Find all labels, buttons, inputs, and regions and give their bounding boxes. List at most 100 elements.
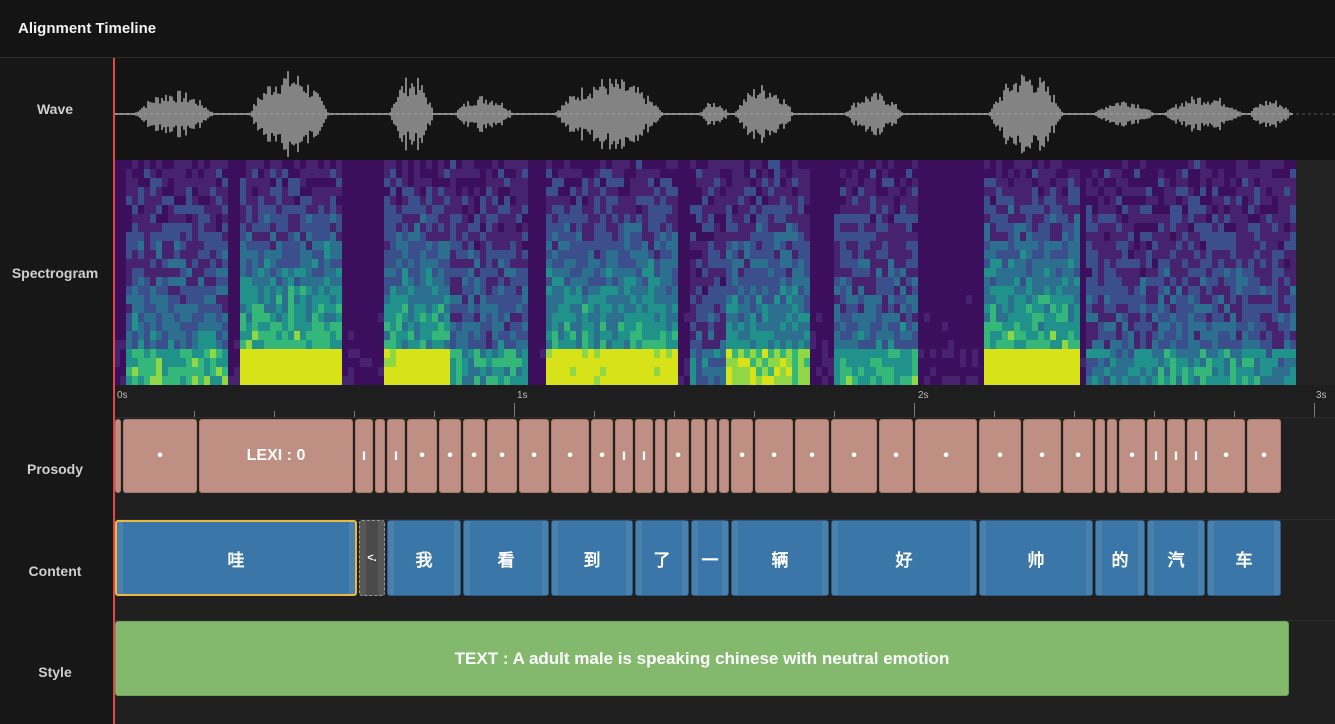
spectrogram-cell [480, 205, 486, 214]
spectrogram-cell [660, 322, 666, 331]
spectrogram-cell [954, 304, 960, 313]
spectrogram-cell [810, 331, 816, 340]
spectrogram-cell [588, 259, 594, 268]
spectrogram-cell [324, 205, 330, 214]
spectrogram-cell [252, 187, 258, 196]
spectrogram-cell [1032, 250, 1038, 259]
spectrogram-cell [888, 331, 894, 340]
spectrogram-cell [642, 322, 648, 331]
spectrogram-cell [894, 277, 900, 286]
spectrogram-cell [204, 169, 210, 178]
spectrogram-cell [372, 250, 378, 259]
spectrogram-cell [216, 250, 222, 259]
spectrogram-cell [564, 376, 570, 385]
spectrogram-cell [1086, 286, 1092, 295]
spectrogram-cell [432, 295, 438, 304]
waveform-track[interactable] [113, 58, 1335, 160]
spectrogram-cell [258, 376, 264, 385]
spectrogram-cell [558, 376, 564, 385]
spectrogram-cell [570, 178, 576, 187]
spectrogram-cell [456, 259, 462, 268]
spectrogram-cell [732, 250, 738, 259]
spectrogram-cell [780, 313, 786, 322]
spectrogram-cell [1134, 241, 1140, 250]
spectrogram-cell [1098, 358, 1104, 367]
spectrogram-cell [144, 376, 150, 385]
spectrogram-cell [750, 313, 756, 322]
spectrogram-cell [1008, 241, 1014, 250]
spectrogram-cell [450, 178, 456, 187]
spectrogram-cell [912, 214, 918, 223]
spectrogram-cell [822, 322, 828, 331]
spectrogram-cell [828, 205, 834, 214]
spectrogram-cell [762, 196, 768, 205]
spectrogram-cell [792, 313, 798, 322]
spectrogram-cell [192, 205, 198, 214]
spectrogram-cell [456, 349, 462, 358]
spectrogram-cell [852, 268, 858, 277]
spectrogram-cell [924, 367, 930, 376]
spectrogram-cell [684, 286, 690, 295]
spectrogram-cell [1008, 367, 1014, 376]
spectrogram-cell [990, 277, 996, 286]
spectrogram-cell [612, 232, 618, 241]
spectrogram-cell [288, 367, 294, 376]
spectrogram-cell [864, 340, 870, 349]
spectrogram-cell [504, 286, 510, 295]
spectrogram-cell [156, 259, 162, 268]
spectrogram-cell [948, 376, 954, 385]
spectrogram-cell [660, 196, 666, 205]
spectrogram-cell [462, 340, 468, 349]
spectrogram-cell [360, 223, 366, 232]
spectrogram-cell [756, 286, 762, 295]
spectrogram-cell [324, 277, 330, 286]
spectrogram-cell [414, 286, 420, 295]
spectrogram-cell [408, 250, 414, 259]
spectrogram-cell [426, 376, 432, 385]
spectrogram-cell [270, 331, 276, 340]
spectrogram-cell [852, 322, 858, 331]
spectrogram-cell [336, 331, 342, 340]
spectrogram-cell [900, 358, 906, 367]
spectrogram-cell [156, 160, 162, 169]
spectrogram-cell [144, 169, 150, 178]
spectrogram-cell [1044, 295, 1050, 304]
spectrogram-cell [306, 232, 312, 241]
spectrogram-cell [492, 268, 498, 277]
spectrogram-cell [1092, 376, 1098, 385]
spectrogram-cell [948, 196, 954, 205]
spectrogram-cell [474, 250, 480, 259]
spectrogram-cell [1038, 178, 1044, 187]
spectrogram-cell [1092, 196, 1098, 205]
spectrogram-cell [1038, 286, 1044, 295]
spectrogram-cell [1092, 232, 1098, 241]
spectrogram-cell [642, 241, 648, 250]
spectrogram-cell [402, 340, 408, 349]
spectrogram-cell [156, 196, 162, 205]
spectrogram-cell [330, 169, 336, 178]
spectrogram-cell [1146, 232, 1152, 241]
spectrogram-cell [276, 232, 282, 241]
spectrogram-cell [822, 358, 828, 367]
spectrogram-cell [444, 259, 450, 268]
spectrogram-cell [192, 376, 198, 385]
spectrogram-cell [1116, 313, 1122, 322]
spectrogram-cell [774, 331, 780, 340]
spectrogram-cell [1014, 376, 1020, 385]
spectrogram-cell [186, 160, 192, 169]
spectrogram-cell [312, 241, 318, 250]
spectrogram-cell [1008, 358, 1014, 367]
spectrogram-cell [924, 349, 930, 358]
spectrogram-cell [414, 250, 420, 259]
spectrogram-cell [1134, 178, 1140, 187]
spectrogram-cell [474, 322, 480, 331]
spectrogram-cell [546, 277, 552, 286]
spectrogram-cell [816, 223, 822, 232]
spectrogram-track[interactable] [114, 160, 1335, 385]
spectrogram-cell [516, 250, 522, 259]
spectrogram-cell [990, 367, 996, 376]
spectrogram-cell [678, 178, 684, 187]
spectrogram-cell [534, 376, 540, 385]
spectrogram-cell [528, 205, 534, 214]
spectrogram-cell [714, 205, 720, 214]
